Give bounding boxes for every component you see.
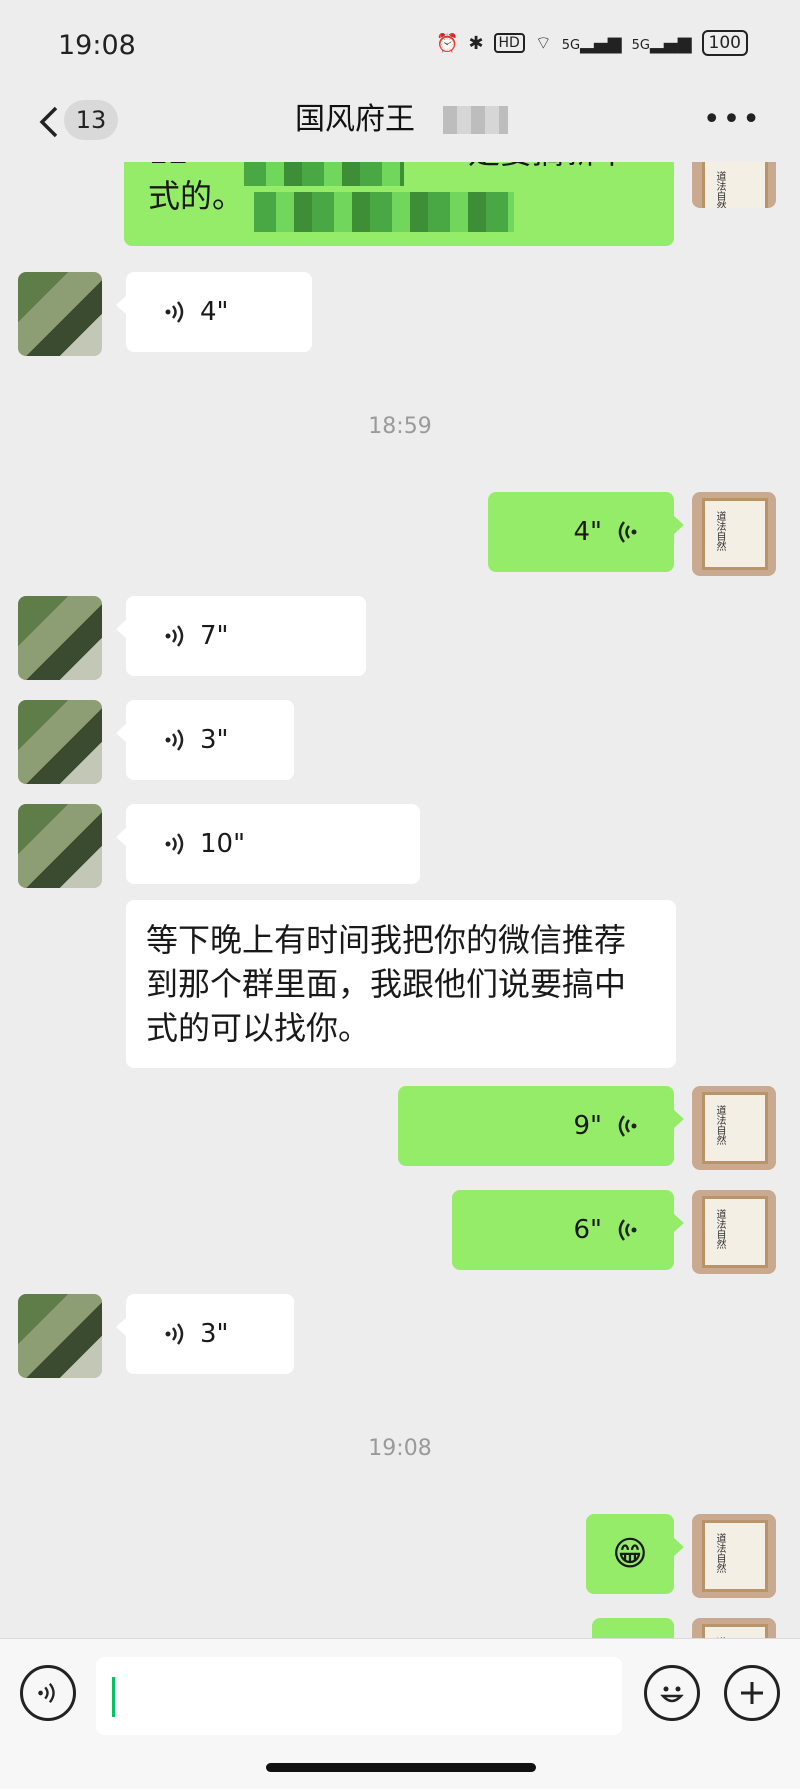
message-input[interactable] xyxy=(96,1657,622,1735)
signal-icon-1: 5G▂▄▆ xyxy=(561,32,622,54)
timestamp: 18:59 xyxy=(368,414,432,439)
voice-wave-icon xyxy=(165,1323,184,1345)
redaction xyxy=(254,192,514,232)
voice-message-bubble[interactable]: 7" xyxy=(116,596,366,676)
status-bar: 19:08 ⏰ ✱ HD ⌔ 5G▂▄▆ 5G▂▄▆ 100 xyxy=(0,0,800,92)
voice-duration: 4" xyxy=(573,517,602,547)
more-options-icon[interactable]: ••• xyxy=(703,102,762,137)
unread-count-badge[interactable]: 13 xyxy=(64,100,118,140)
voice-duration: 3" xyxy=(200,1319,229,1349)
contact-avatar[interactable] xyxy=(18,700,102,784)
more-plus-button[interactable] xyxy=(724,1665,780,1721)
status-icons: ⏰ ✱ HD ⌔ 5G▂▄▆ 5G▂▄▆ 100 xyxy=(436,30,748,56)
voice-duration: 4" xyxy=(200,297,229,327)
voice-duration: 7" xyxy=(200,621,229,651)
avatar-calligraphy: 道法自然 xyxy=(714,1209,725,1249)
plus-icon xyxy=(741,1682,763,1704)
voice-message-bubble[interactable]: 3" xyxy=(116,1294,294,1374)
chat-title: 国风府王 xyxy=(295,102,415,137)
hd-icon: HD xyxy=(493,33,525,53)
voice-message-bubble[interactable]: 4" xyxy=(488,492,684,572)
voice-input-button[interactable] xyxy=(20,1665,76,1721)
alarm-icon: ⏰ xyxy=(436,32,459,54)
message-text: 等下晚上有时间我把你的微信推荐到那个群里面，我跟他们说要搞中式的可以找你。 xyxy=(146,921,627,1047)
text-bubble-self[interactable] xyxy=(592,1618,674,1638)
redaction xyxy=(244,162,404,186)
text-bubble-self[interactable]: 12是要搞新中 式的。 xyxy=(124,162,674,246)
contact-avatar[interactable] xyxy=(18,596,102,680)
status-time: 19:08 xyxy=(58,30,136,61)
avatar-calligraphy: 道法自然 xyxy=(714,171,725,208)
voice-wave-icon xyxy=(38,1682,55,1704)
text-caret xyxy=(112,1677,115,1717)
self-avatar[interactable]: 道法自然 xyxy=(692,492,776,576)
timestamp: 19:08 xyxy=(368,1436,432,1461)
smiley-icon xyxy=(660,1686,684,1703)
self-avatar[interactable]: 道法自然 xyxy=(692,1190,776,1274)
avatar-calligraphy: 道法自然 xyxy=(714,1533,725,1573)
voice-wave-icon xyxy=(618,521,637,543)
voice-message-bubble[interactable]: 3" xyxy=(116,700,294,780)
voice-wave-icon xyxy=(165,729,184,751)
voice-wave-icon xyxy=(165,301,184,323)
voice-message-bubble[interactable]: 10" xyxy=(116,804,420,884)
voice-message-bubble[interactable]: 6" xyxy=(452,1190,684,1270)
voice-duration: 9" xyxy=(573,1111,602,1141)
avatar-calligraphy: 道法自然 xyxy=(714,511,725,551)
title-redaction xyxy=(443,106,508,134)
battery-icon: 100 xyxy=(701,30,748,56)
contact-avatar[interactable] xyxy=(18,1294,102,1378)
text-bubble-contact[interactable]: 等下晚上有时间我把你的微信推荐到那个群里面，我跟他们说要搞中式的可以找你。 xyxy=(126,900,676,1068)
self-avatar[interactable]: 道法自然 xyxy=(692,162,776,208)
self-avatar[interactable]: 道法自然 xyxy=(692,1514,776,1598)
voice-wave-icon xyxy=(618,1115,637,1137)
emoji-button[interactable] xyxy=(644,1665,700,1721)
voice-wave-icon xyxy=(618,1219,637,1241)
bluetooth-icon: ✱ xyxy=(468,32,484,54)
self-avatar[interactable]: 道法自然 xyxy=(692,1618,776,1638)
message-list[interactable]: 12是要搞新中 式的。 道法自然 4" 18:59 4" 道法自然 7" xyxy=(0,162,800,1638)
contact-avatar[interactable] xyxy=(18,272,102,356)
avatar-calligraphy: 道法自然 xyxy=(714,1105,725,1145)
home-indicator[interactable] xyxy=(266,1763,536,1772)
signal-icon-2: 5G▂▄▆ xyxy=(631,32,692,54)
contact-avatar[interactable] xyxy=(18,804,102,888)
voice-duration: 10" xyxy=(200,829,246,859)
chat-header: 13 国风府王 ••• xyxy=(0,92,800,162)
emoji-bubble[interactable]: 😁 xyxy=(586,1514,684,1594)
message-text: 是要搞新中 xyxy=(468,162,628,174)
self-avatar[interactable]: 道法自然 xyxy=(692,1086,776,1170)
input-bar xyxy=(0,1638,800,1789)
message-text: 12 xyxy=(148,162,189,171)
voice-duration: 6" xyxy=(573,1215,602,1245)
voice-wave-icon xyxy=(165,625,184,647)
wifi-icon: ⌔ xyxy=(534,32,552,54)
voice-message-bubble[interactable]: 4" xyxy=(116,272,312,352)
voice-wave-icon xyxy=(165,833,184,855)
voice-message-bubble[interactable]: 9" xyxy=(398,1086,684,1166)
voice-duration: 3" xyxy=(200,725,229,755)
